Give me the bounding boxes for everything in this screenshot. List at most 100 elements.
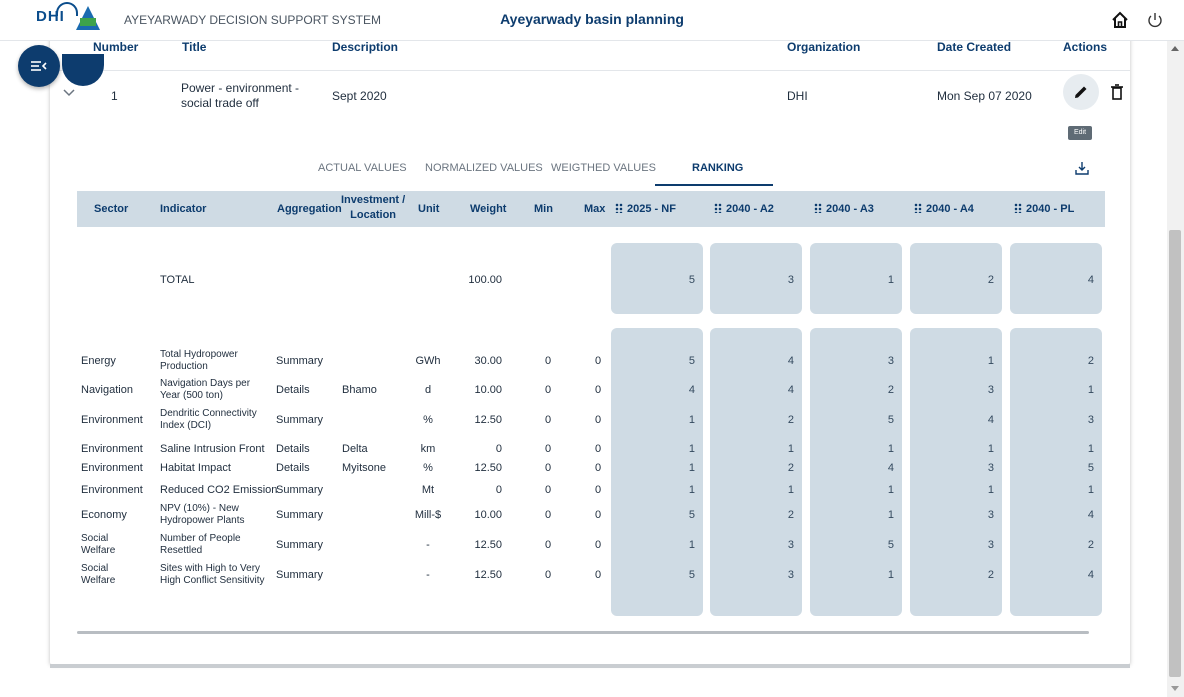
hdr-alternative[interactable]: 2040 - A4 bbox=[914, 203, 974, 215]
cell-unit: % bbox=[423, 462, 433, 474]
drag-handle-icon[interactable] bbox=[814, 203, 822, 213]
cell-sector: Energy bbox=[81, 355, 116, 367]
cell-max: 0 bbox=[595, 443, 602, 455]
active-tab-indicator bbox=[655, 184, 773, 186]
cell-rank-value: 1 bbox=[887, 569, 894, 581]
menu-toggle-button[interactable] bbox=[18, 45, 60, 87]
cell-rank-value: 2 bbox=[787, 462, 794, 474]
tab-ranking[interactable]: RANKING bbox=[692, 162, 743, 174]
cell-rank-value: 2 bbox=[1087, 539, 1094, 551]
hdr-min[interactable]: Min bbox=[534, 203, 553, 215]
trash-icon[interactable] bbox=[1111, 84, 1123, 100]
card-scroll-track[interactable] bbox=[50, 664, 1130, 668]
drag-handle-icon[interactable] bbox=[1014, 203, 1022, 213]
cell-rank-value: 1 bbox=[688, 443, 695, 455]
scenario-organization: DHI bbox=[787, 89, 808, 103]
cell-indicator: Dendritic Connectivity Index (DCI) bbox=[160, 408, 257, 432]
cell-rank-value: 1 bbox=[987, 443, 994, 455]
col-actions: Actions bbox=[1063, 40, 1108, 54]
col-date-created[interactable]: Date Created bbox=[937, 40, 1011, 54]
scenario-number: 1 bbox=[111, 89, 118, 103]
cell-indicator-line: Index (DCI) bbox=[160, 420, 212, 431]
scenario-title-line: social trade off bbox=[181, 96, 259, 110]
hdr-sector[interactable]: Sector bbox=[94, 203, 128, 215]
cell-min: 0 bbox=[545, 509, 552, 521]
cell-rank-value: 1 bbox=[987, 355, 994, 367]
power-icon[interactable] bbox=[1146, 11, 1164, 29]
cell-sector-line: Welfare bbox=[81, 575, 116, 586]
drag-handle-icon[interactable] bbox=[714, 203, 722, 213]
cell-aggregation: Summary bbox=[276, 509, 324, 521]
tab-actual-values[interactable]: ACTUAL VALUES bbox=[318, 162, 407, 174]
cell-unit: Mt bbox=[421, 484, 435, 496]
cell-indicator-line: Sites with High to Very bbox=[160, 563, 261, 574]
home-icon[interactable] bbox=[1111, 11, 1129, 29]
cell-indicator: Navigation Days per Year (500 ton) bbox=[160, 378, 250, 402]
hdr-max[interactable]: Max bbox=[584, 203, 605, 215]
col-organization[interactable]: Organization bbox=[787, 40, 860, 54]
cell-rank-value: 4 bbox=[1087, 509, 1094, 521]
col-title[interactable]: Title bbox=[182, 40, 206, 54]
hdr-alternative[interactable]: 2040 - PL bbox=[1014, 203, 1074, 215]
cell-min: 0 bbox=[545, 539, 552, 551]
drag-handle-icon[interactable] bbox=[615, 203, 623, 213]
col-number[interactable]: Number bbox=[93, 40, 138, 54]
cell-rank-value: 2 bbox=[787, 414, 794, 426]
scroll-up-arrow-icon[interactable] bbox=[1171, 46, 1179, 51]
hdr-alternative-label: 2040 - PL bbox=[1026, 203, 1075, 215]
scroll-down-arrow-icon[interactable] bbox=[1171, 686, 1179, 691]
cell-indicator: Reduced CO2 Emission bbox=[160, 484, 277, 496]
total-rank-value: 3 bbox=[787, 274, 794, 286]
cell-rank-value: 4 bbox=[987, 414, 994, 426]
cell-aggregation: Summary bbox=[276, 539, 324, 551]
hdr-weight[interactable]: Weight bbox=[470, 203, 506, 215]
cell-rank-value: 3 bbox=[1087, 414, 1094, 426]
cell-rank-value: 4 bbox=[688, 384, 695, 396]
total-weight: 100.00 bbox=[468, 274, 502, 286]
app-name: AYEYARWADY DECISION SUPPORT SYSTEM bbox=[124, 13, 381, 27]
tab-weighted-values[interactable]: WEIGTHED VALUES bbox=[551, 162, 656, 174]
cell-weight: 12.50 bbox=[474, 414, 502, 426]
scenario-title-line: Power - environment - bbox=[181, 81, 300, 95]
table-scroll-track[interactable] bbox=[77, 631, 1089, 634]
app-header: DHI AYEYARWADY DECISION SUPPORT SYSTEM A… bbox=[0, 0, 1184, 41]
tab-normalized-values[interactable]: NORMALIZED VALUES bbox=[425, 162, 543, 174]
cell-indicator-line: Reduced CO2 Emission bbox=[160, 484, 278, 496]
hdr-unit[interactable]: Unit bbox=[418, 203, 439, 215]
cell-rank-value: 3 bbox=[987, 509, 994, 521]
hdr-alternative-label: 2040 - A3 bbox=[826, 203, 874, 215]
edit-button[interactable] bbox=[1063, 74, 1099, 110]
hdr-alternative[interactable]: 2025 - NF bbox=[615, 203, 676, 215]
hdr-aggregation[interactable]: Aggregation bbox=[277, 203, 342, 215]
cell-unit: Mill-$ bbox=[414, 509, 442, 521]
hdr-indicator[interactable]: Indicator bbox=[160, 203, 206, 215]
cell-weight: 10.00 bbox=[474, 509, 502, 521]
cell-max: 0 bbox=[595, 384, 602, 396]
col-description[interactable]: Description bbox=[332, 40, 398, 54]
scenario-date: Mon Sep 07 2020 bbox=[937, 89, 1032, 103]
cell-rank-value: 1 bbox=[688, 462, 695, 474]
cell-location: Bhamo bbox=[342, 384, 377, 396]
hdr-alternative[interactable]: 2040 - A3 bbox=[814, 203, 874, 215]
page-scrollbar[interactable] bbox=[1167, 40, 1184, 697]
cell-rank-value: 1 bbox=[787, 484, 794, 496]
hdr-location[interactable]: Investment / Location bbox=[341, 193, 405, 223]
scroll-thumb[interactable] bbox=[1169, 230, 1181, 677]
cell-rank-value: 3 bbox=[787, 539, 794, 551]
cell-weight: 12.50 bbox=[474, 539, 502, 551]
scenario-description: Sept 2020 bbox=[332, 89, 387, 103]
total-rank-value: 5 bbox=[688, 274, 695, 286]
cell-sector-line: Environment bbox=[81, 462, 143, 474]
cell-aggregation: Details bbox=[276, 462, 310, 474]
cell-sector-line: Social bbox=[81, 533, 109, 544]
download-icon[interactable] bbox=[1074, 160, 1090, 176]
cell-min: 0 bbox=[545, 569, 552, 581]
drag-handle-icon[interactable] bbox=[914, 203, 922, 213]
cell-location: Delta bbox=[342, 443, 368, 455]
cell-rank-value: 5 bbox=[688, 355, 695, 367]
cell-indicator-line: High Conflict Sensitivity bbox=[160, 575, 265, 586]
cell-rank-value: 5 bbox=[1087, 462, 1094, 474]
cell-indicator-line: Total Hydropower bbox=[160, 349, 238, 360]
hdr-alternative[interactable]: 2040 - A2 bbox=[714, 203, 774, 215]
chevron-down-icon[interactable] bbox=[62, 88, 76, 98]
